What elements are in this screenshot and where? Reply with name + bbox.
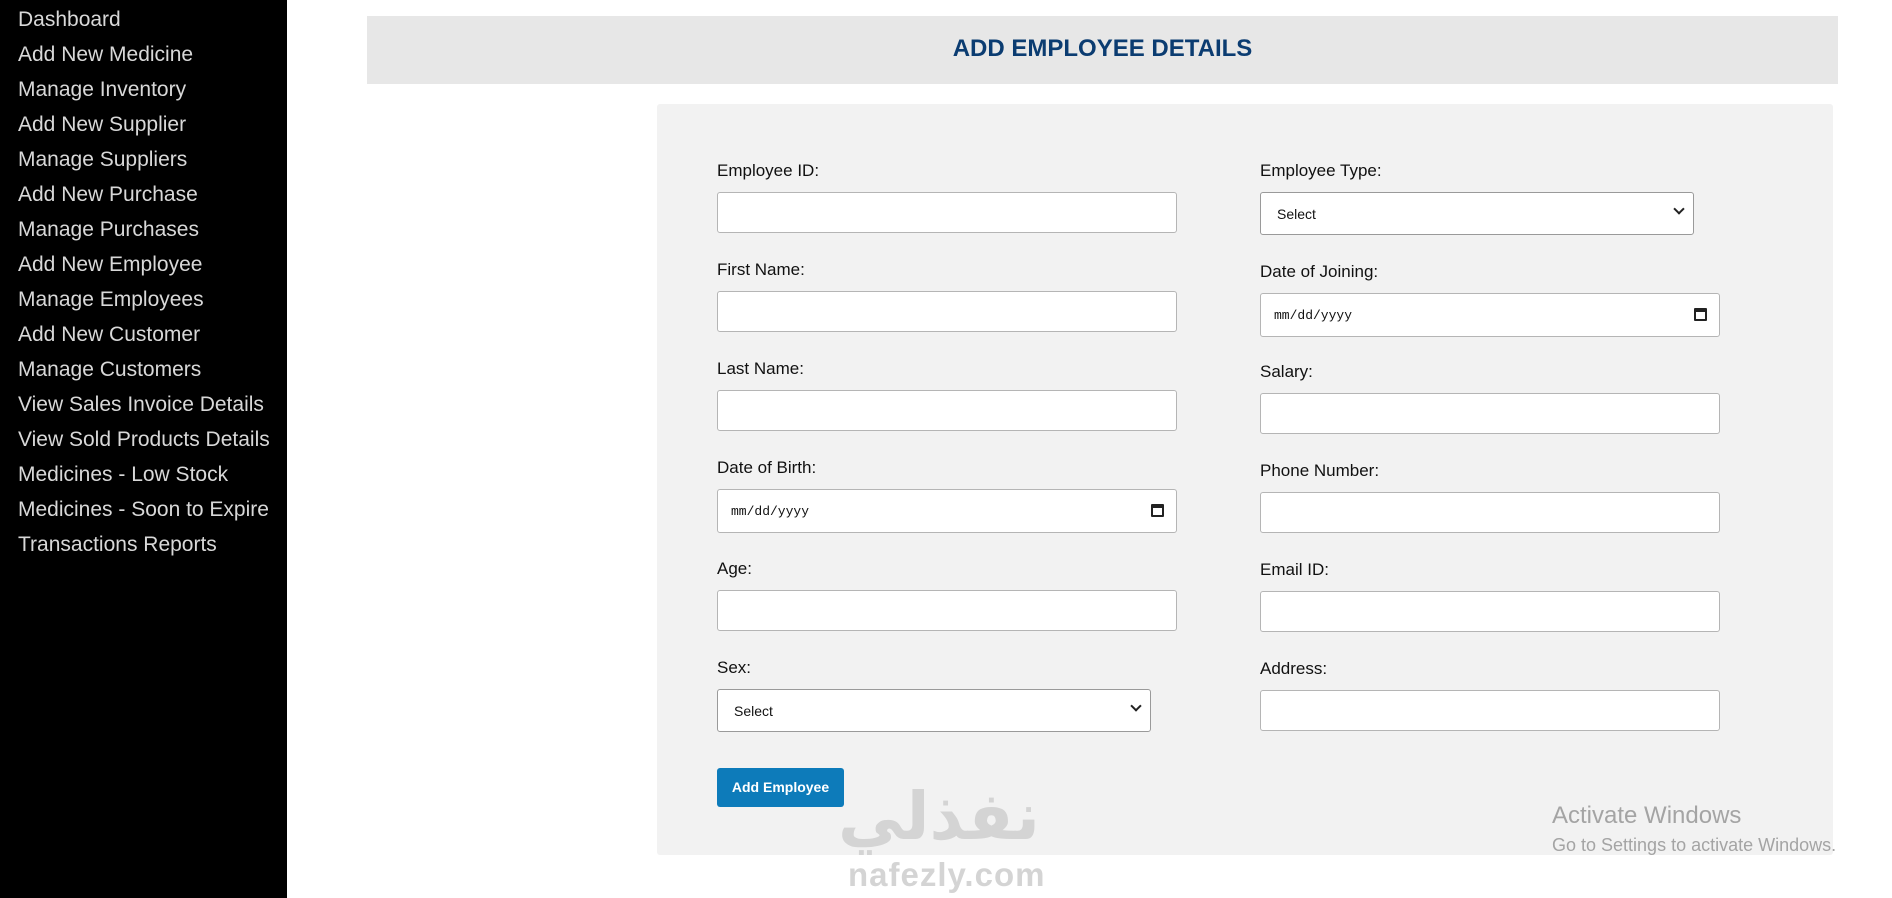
address-label: Address:: [1260, 659, 1328, 678]
sidebar-item-low-stock[interactable]: Medicines - Low Stock: [18, 462, 228, 488]
date-of-joining-label: Date of Joining:: [1260, 262, 1379, 281]
first-name-label: First Name:: [717, 260, 805, 279]
sidebar-item-add-new-purchase[interactable]: Add New Purchase: [18, 182, 198, 208]
sidebar-item-add-new-supplier[interactable]: Add New Supplier: [18, 112, 186, 138]
date-of-joining-placeholder: mm/dd/yyyy: [1274, 308, 1353, 323]
date-of-joining-input[interactable]: mm/dd/yyyy: [1260, 293, 1720, 337]
add-employee-button[interactable]: Add Employee: [717, 768, 844, 807]
calendar-icon[interactable]: [1151, 504, 1164, 517]
sidebar-item-soon-to-expire[interactable]: Medicines - Soon to Expire: [18, 497, 269, 523]
sidebar-item-manage-employees[interactable]: Manage Employees: [18, 287, 204, 313]
sex-select-value: Select: [734, 703, 773, 719]
age-input[interactable]: [717, 590, 1177, 631]
sidebar-item-add-new-medicine[interactable]: Add New Medicine: [18, 42, 193, 68]
watermark-logo-arabic: نفذلي: [838, 778, 1040, 855]
phone-number-label: Phone Number:: [1260, 461, 1380, 480]
employee-id-label: Employee ID:: [717, 161, 820, 180]
employee-type-select-value: Select: [1277, 206, 1316, 222]
dob-label: Date of Birth:: [717, 458, 817, 477]
activation-title: Activate Windows: [1552, 802, 1742, 829]
sidebar-item-transactions-reports[interactable]: Transactions Reports: [18, 532, 217, 558]
employee-id-input[interactable]: [717, 192, 1177, 233]
sidebar-nav: Dashboard Add New Medicine Manage Invent…: [0, 0, 287, 898]
last-name-input[interactable]: [717, 390, 1177, 431]
sidebar-item-manage-inventory[interactable]: Manage Inventory: [18, 77, 186, 103]
activation-subtitle: Go to Settings to activate Windows.: [1552, 835, 1837, 855]
sidebar-item-manage-customers[interactable]: Manage Customers: [18, 357, 201, 383]
email-id-input[interactable]: [1260, 591, 1720, 632]
calendar-icon[interactable]: [1694, 308, 1707, 321]
age-label: Age:: [717, 559, 752, 578]
page-title: ADD EMPLOYEE DETAILS: [952, 35, 1253, 62]
employee-type-select[interactable]: Select: [1260, 192, 1694, 235]
employee-type-label: Employee Type:: [1260, 161, 1382, 180]
salary-input[interactable]: [1260, 393, 1720, 434]
sidebar-item-add-new-customer[interactable]: Add New Customer: [18, 322, 200, 348]
address-input[interactable]: [1260, 690, 1720, 731]
sidebar-item-dashboard[interactable]: Dashboard: [18, 7, 121, 33]
chevron-down-icon: [1130, 700, 1142, 712]
watermark-logo-latin: nafezly.com: [848, 856, 1046, 893]
sidebar-item-manage-purchases[interactable]: Manage Purchases: [18, 217, 199, 243]
dob-placeholder: mm/dd/yyyy: [731, 504, 810, 519]
email-id-label: Email ID:: [1260, 560, 1329, 579]
sex-label: Sex:: [717, 658, 752, 677]
dob-date-input[interactable]: mm/dd/yyyy: [717, 489, 1177, 533]
sidebar-item-add-new-employee[interactable]: Add New Employee: [18, 252, 202, 278]
sidebar-item-sales-invoice-details[interactable]: View Sales Invoice Details: [18, 392, 264, 418]
chevron-down-icon: [1673, 203, 1685, 215]
first-name-input[interactable]: [717, 291, 1177, 332]
last-name-label: Last Name:: [717, 359, 804, 378]
phone-number-input[interactable]: [1260, 492, 1720, 533]
sidebar-item-sold-products-details[interactable]: View Sold Products Details: [18, 427, 270, 453]
sidebar-item-manage-suppliers[interactable]: Manage Suppliers: [18, 147, 187, 173]
windows-activation-notice: Activate Windows Go to Settings to activ…: [1552, 801, 1836, 857]
page-header: ADD EMPLOYEE DETAILS: [367, 16, 1838, 84]
sex-select[interactable]: Select: [717, 689, 1151, 732]
salary-label: Salary:: [1260, 362, 1313, 381]
